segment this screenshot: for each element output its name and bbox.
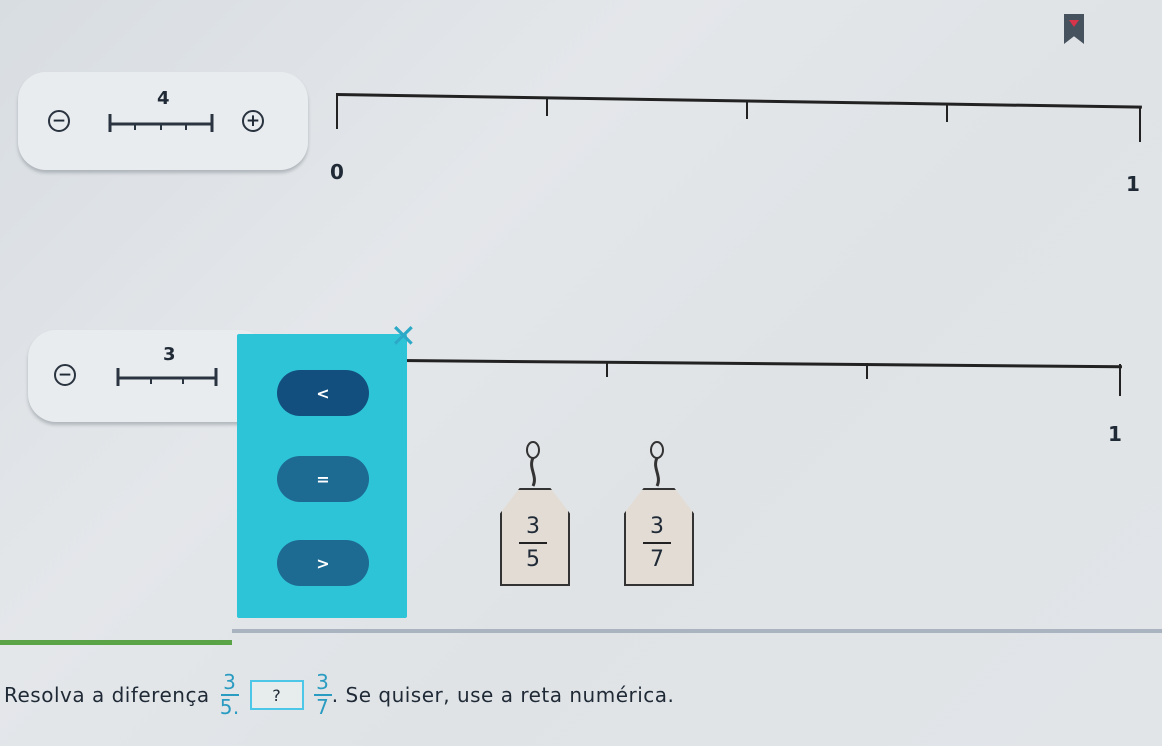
number-line-top-label-end: 1	[1126, 172, 1140, 196]
ruler-icon	[108, 114, 214, 132]
tag-fraction: 3 5	[500, 514, 566, 572]
number-line-bottom-end-tick	[1119, 364, 1121, 396]
number-line-bottom-tick	[866, 363, 868, 379]
tag-denominator: 7	[650, 547, 664, 572]
number-line-top-tick	[746, 101, 748, 119]
number-line-bottom-tick	[606, 361, 608, 377]
fraction-tag[interactable]: 3 7	[624, 440, 704, 600]
tag-numerator: 3	[650, 514, 664, 539]
fraction-denominator: 7	[316, 695, 330, 719]
less-than-button[interactable]: <	[277, 370, 369, 416]
tag-fraction: 3 7	[624, 514, 690, 572]
fraction-denominator: 5.	[219, 695, 240, 719]
tag-denominator: 5	[526, 547, 540, 572]
decrease-segments-button[interactable]: −	[48, 110, 70, 132]
increase-segments-button[interactable]: +	[242, 110, 264, 132]
number-line-top	[335, 93, 1142, 109]
divider	[232, 629, 1162, 633]
instruction-text: Resolva a diferença 3 5. ? 3 7 . Se quis…	[4, 672, 674, 718]
number-line-top-end-tick	[1139, 106, 1141, 142]
number-line-top-start-tick	[336, 93, 338, 129]
number-line-bottom-label-end: 1	[1108, 422, 1122, 446]
fraction-numerator: 3	[223, 670, 237, 694]
number-line-bottom	[399, 359, 1122, 369]
number-line-top-tick	[546, 98, 548, 116]
instruction-prefix: Resolva a diferença	[4, 683, 210, 707]
close-icon[interactable]: ✕	[390, 320, 417, 352]
ruler-icon	[116, 368, 218, 386]
answer-drop-box[interactable]: ?	[249, 680, 304, 710]
bookmark-icon[interactable]	[1064, 14, 1084, 44]
greater-than-button[interactable]: >	[277, 540, 369, 586]
fraction-tag[interactable]: 3 5	[500, 440, 580, 600]
number-line-top-tick	[946, 104, 948, 122]
progress-bar	[0, 640, 232, 645]
segment-control-bottom: − 3	[28, 330, 268, 422]
instruction-suffix: . Se quiser, use a reta numérica.	[331, 683, 675, 707]
tag-numerator: 3	[526, 514, 540, 539]
comparison-panel: < = >	[237, 334, 407, 618]
hand-pointer-icon: ?	[272, 685, 282, 705]
segment-control-top: − 4 +	[18, 72, 308, 170]
fraction-numerator: 3	[316, 670, 330, 694]
fraction-inline: 3 5.	[220, 672, 240, 718]
decrease-segments-button[interactable]: −	[54, 364, 76, 386]
number-line-top-label-start: 0	[330, 160, 344, 184]
segment-count: 4	[157, 88, 170, 109]
fraction-inline: 3 7	[313, 670, 332, 719]
segment-count: 3	[163, 344, 176, 365]
equal-button[interactable]: =	[277, 456, 369, 502]
